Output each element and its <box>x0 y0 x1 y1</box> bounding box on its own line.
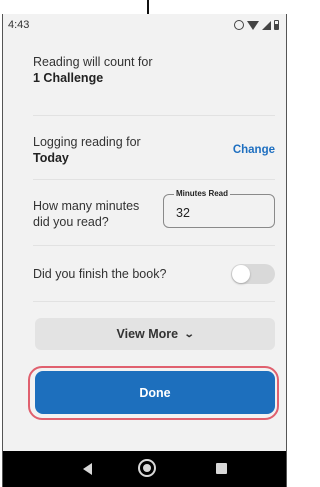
view-more-button[interactable]: View More ⌄ <box>35 318 275 350</box>
minutes-read-field[interactable]: Minutes Read 32 <box>163 188 275 228</box>
challenge-value: 1 Challenge <box>33 71 104 85</box>
frame-pointer-line <box>147 0 149 14</box>
back-icon[interactable] <box>83 463 92 475</box>
status-icons <box>234 20 279 30</box>
alarm-icon <box>234 20 244 30</box>
finished-question: Did you finish the book? <box>33 267 167 281</box>
battery-icon <box>274 20 279 30</box>
minutes-field-value: 32 <box>176 206 190 220</box>
chevron-down-icon: ⌄ <box>183 328 195 340</box>
logging-row: Logging reading for Today Change <box>33 116 275 180</box>
signal-icon <box>262 20 271 30</box>
phone-screen: 4:43 Reading will count for 1 Challenge … <box>2 14 287 487</box>
status-bar: 4:43 <box>3 14 286 36</box>
wifi-icon <box>247 20 259 30</box>
done-label: Done <box>139 385 171 400</box>
status-time: 4:43 <box>8 19 30 31</box>
challenge-label: Reading will count for <box>33 55 153 69</box>
minutes-field-label: Minutes Read <box>174 188 231 199</box>
navigation-bar <box>3 451 286 487</box>
minutes-question: How many minutes did you read? <box>33 199 140 229</box>
finished-row: Did you finish the book? <box>33 246 275 302</box>
challenge-row: Reading will count for 1 Challenge <box>33 46 275 116</box>
done-button[interactable]: Done <box>35 371 275 414</box>
finished-toggle[interactable] <box>231 264 275 284</box>
recent-apps-icon[interactable] <box>216 463 227 474</box>
home-icon[interactable] <box>138 459 156 477</box>
toggle-knob <box>232 265 250 283</box>
view-more-label: View More <box>116 327 179 341</box>
minutes-row: How many minutes did you read? Minutes R… <box>33 180 275 246</box>
change-link[interactable]: Change <box>233 144 275 156</box>
